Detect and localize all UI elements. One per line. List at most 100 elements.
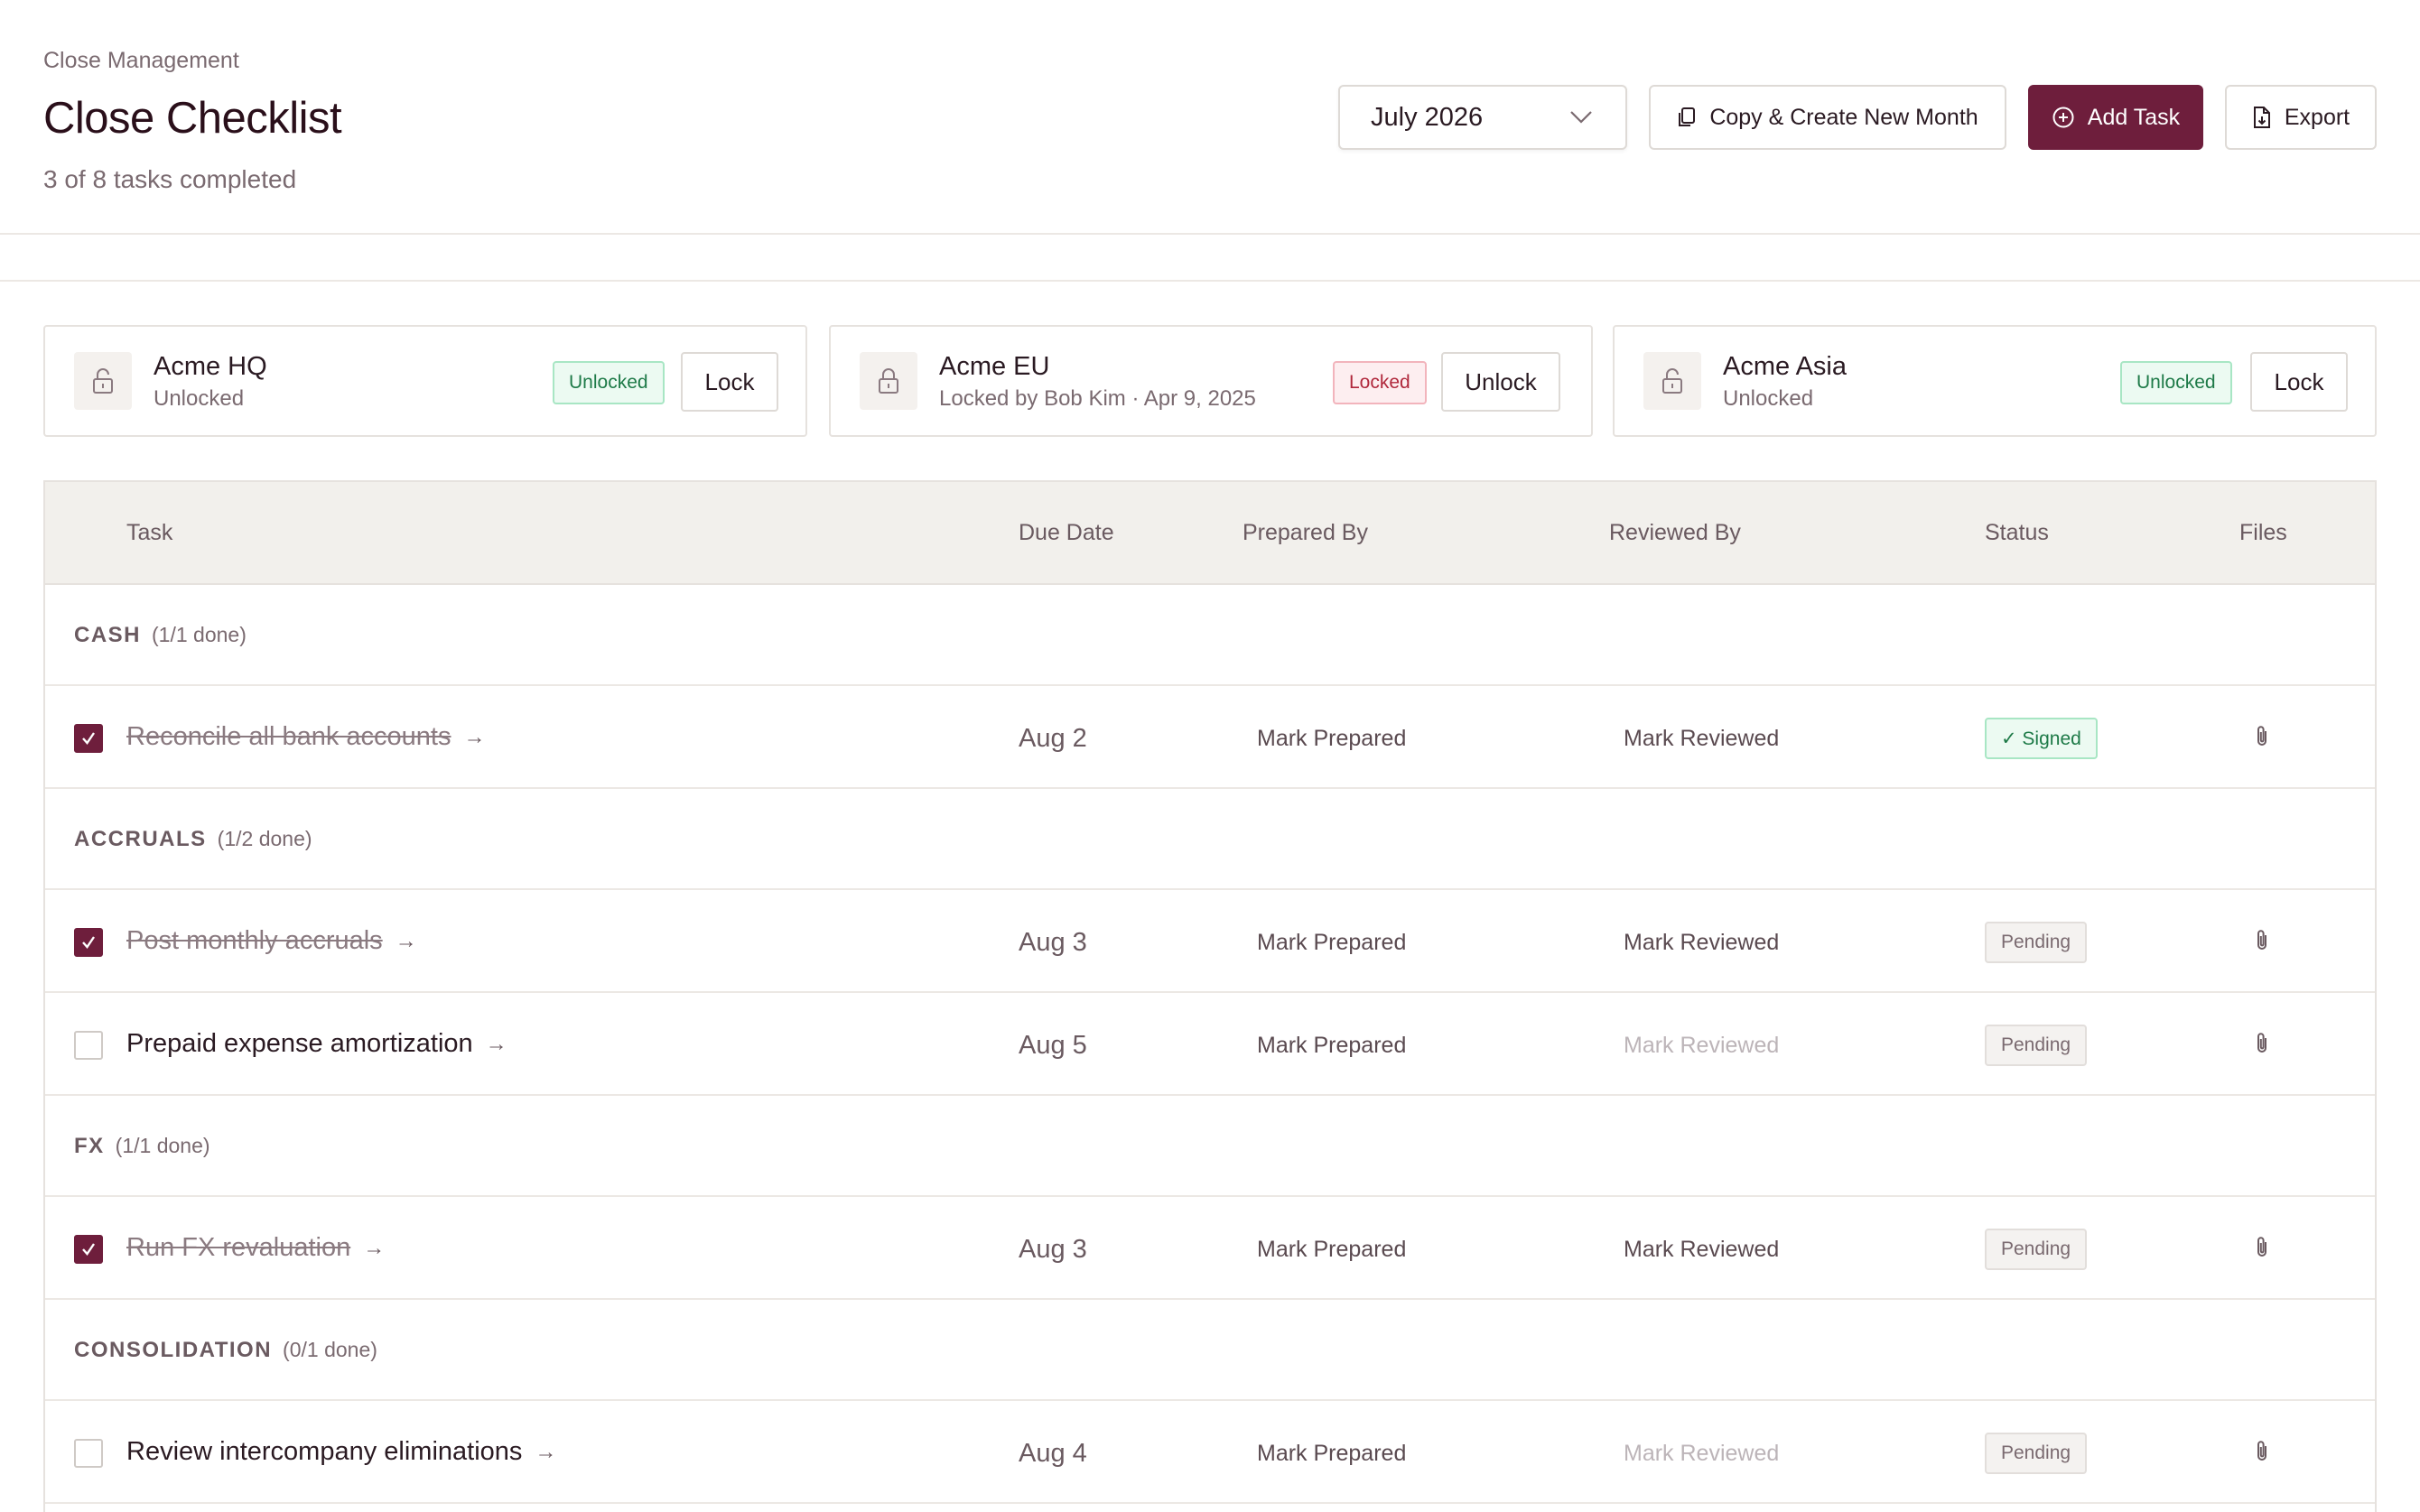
check-icon (82, 1243, 95, 1256)
column-header-due-date[interactable]: Due Date (1019, 520, 1114, 546)
paperclip-icon[interactable] (2254, 928, 2270, 958)
file-export-icon (2253, 107, 2270, 128)
status-badge: Unlocked (2120, 361, 2232, 404)
task-name-link[interactable]: Prepaid expense amortization → (126, 1029, 507, 1059)
task-name-link[interactable]: Reconcile all bank accounts → (126, 722, 485, 752)
entity-card-acme-hq: Acme HQ Unlocked Unlocked Lock (43, 325, 807, 437)
mark-prepared-link[interactable]: Mark Prepared (1257, 1033, 1406, 1059)
chevron-down-icon (1570, 111, 1592, 124)
due-date: Aug 3 (1019, 1235, 1087, 1264)
header-divider-band (0, 237, 2420, 282)
table-row[interactable]: Reconcile all bank accounts → Aug 2 Mark … (45, 686, 2375, 789)
unlock-button[interactable]: Unlock (1441, 352, 1560, 412)
arrow-right-icon: → (363, 1235, 386, 1260)
task-name-link[interactable]: Review intercompany eliminations → (126, 1437, 556, 1467)
due-date: Aug 5 (1019, 1031, 1087, 1060)
group-count: (1/1 done) (152, 623, 247, 646)
entity-lock-status: Unlocked (1723, 386, 1814, 411)
group-label: CASH (1/1 done) (74, 623, 247, 647)
group-row-cash: CASH (1/1 done) (45, 585, 2375, 686)
mark-prepared-link[interactable]: Mark Prepared (1257, 1237, 1406, 1263)
entity-lock-status: Locked by Bob Kim · Apr 9, 2025 (939, 386, 1256, 411)
column-header-task[interactable]: Task (126, 520, 172, 546)
entity-name: Acme HQ (154, 352, 267, 381)
arrow-right-icon: → (395, 928, 417, 953)
paperclip-icon[interactable] (2254, 1439, 2270, 1469)
group-count: (1/2 done) (217, 827, 312, 850)
add-task-label: Add Task (2087, 104, 2181, 130)
tasks-progress-text: 3 of 8 tasks completed (43, 165, 297, 193)
entity-card-acme-eu: Acme EU Locked by Bob Kim · Apr 9, 2025 … (829, 325, 1593, 437)
checklist-table: Task Due Date Prepared By Reviewed By St… (43, 480, 2377, 1512)
copy-create-month-button[interactable]: Copy & Create New Month (1649, 85, 2006, 150)
table-row[interactable]: Review intercompany eliminations → Aug 4 … (45, 1401, 2375, 1504)
check-icon (82, 732, 95, 745)
unlock-icon (1643, 352, 1701, 410)
mark-reviewed-link: Mark Reviewed (1624, 1033, 1780, 1058)
export-label: Export (2284, 104, 2350, 130)
entity-name: Acme Asia (1723, 352, 1847, 381)
task-checkbox[interactable] (74, 1439, 103, 1468)
group-label: FX (1/1 done) (74, 1134, 210, 1158)
mark-prepared-link[interactable]: Mark Prepared (1257, 1441, 1406, 1467)
month-select-value: July 2026 (1371, 102, 1484, 132)
status-badge: ✓ Signed (1985, 718, 2098, 759)
entity-name: Acme EU (939, 352, 1050, 381)
group-row-fx: FX (1/1 done) (45, 1096, 2375, 1197)
task-name-link[interactable]: Post monthly accruals → (126, 926, 417, 956)
status-badge: Pending (1985, 922, 2088, 963)
column-header-prepared-by[interactable]: Prepared By (1243, 520, 1368, 546)
mark-reviewed-link: Mark Reviewed (1624, 1441, 1780, 1466)
group-label: CONSOLIDATION (0/1 done) (74, 1338, 377, 1362)
page-header: Close Management Close Checklist 3 of 8 … (0, 0, 2420, 235)
export-button[interactable]: Export (2225, 85, 2377, 150)
check-icon (82, 936, 95, 949)
task-checkbox[interactable] (74, 724, 103, 753)
task-name-link[interactable]: Run FX revaluation → (126, 1233, 385, 1263)
column-header-files[interactable]: Files (2239, 520, 2287, 546)
copy-icon (1679, 107, 1696, 126)
lock-button[interactable]: Lock (2250, 352, 2348, 412)
month-select[interactable]: July 2026 (1338, 85, 1627, 150)
entity-card-acme-asia: Acme Asia Unlocked Unlocked Lock (1613, 325, 2377, 437)
column-header-reviewed-by[interactable]: Reviewed By (1609, 520, 1741, 546)
mark-reviewed-link[interactable]: Mark Reviewed (1624, 726, 1779, 752)
task-checkbox[interactable] (74, 928, 103, 957)
arrow-right-icon: → (485, 1031, 507, 1056)
table-row[interactable]: Prepaid expense amortization → Aug 5 Mark… (45, 993, 2375, 1096)
table-row[interactable]: Run FX revaluation → Aug 3 Mark Prepared … (45, 1197, 2375, 1300)
due-date: Aug 4 (1019, 1439, 1087, 1468)
column-header-status[interactable]: Status (1985, 520, 2049, 546)
due-date: Aug 2 (1019, 724, 1087, 753)
status-badge: Locked (1333, 361, 1427, 404)
mark-prepared-link[interactable]: Mark Prepared (1257, 930, 1406, 956)
status-badge: Pending (1985, 1433, 2088, 1474)
group-count: (0/1 done) (283, 1338, 377, 1361)
unlock-icon (74, 352, 132, 410)
paperclip-icon[interactable] (2254, 1031, 2270, 1061)
add-task-button[interactable]: Add Task (2028, 85, 2203, 150)
arrow-right-icon: → (535, 1439, 557, 1464)
task-checkbox[interactable] (74, 1031, 103, 1060)
lock-button[interactable]: Lock (681, 352, 778, 412)
task-checkbox[interactable] (74, 1235, 103, 1264)
group-label: ACCRUALS (1/2 done) (74, 827, 312, 851)
group-count: (1/1 done) (115, 1134, 210, 1157)
due-date: Aug 3 (1019, 928, 1087, 957)
plus-circle-icon (2052, 107, 2074, 128)
arrow-right-icon: → (463, 724, 486, 749)
status-badge: Pending (1985, 1229, 2088, 1270)
mark-reviewed-link[interactable]: Mark Reviewed (1624, 930, 1779, 956)
group-row-accruals: ACCRUALS (1/2 done) (45, 789, 2375, 890)
paperclip-icon[interactable] (2254, 724, 2270, 754)
lock-icon (860, 352, 917, 410)
paperclip-icon[interactable] (2254, 1235, 2270, 1265)
status-badge: Unlocked (553, 361, 665, 404)
entity-lock-status: Unlocked (154, 386, 245, 411)
table-row[interactable]: Post monthly accruals → Aug 3 Mark Prepar… (45, 890, 2375, 993)
mark-reviewed-link[interactable]: Mark Reviewed (1624, 1237, 1779, 1263)
status-badge: Pending (1985, 1025, 2088, 1066)
mark-prepared-link[interactable]: Mark Prepared (1257, 726, 1406, 752)
breadcrumb[interactable]: Close Management (43, 48, 239, 74)
page-title: Close Checklist (43, 94, 342, 143)
